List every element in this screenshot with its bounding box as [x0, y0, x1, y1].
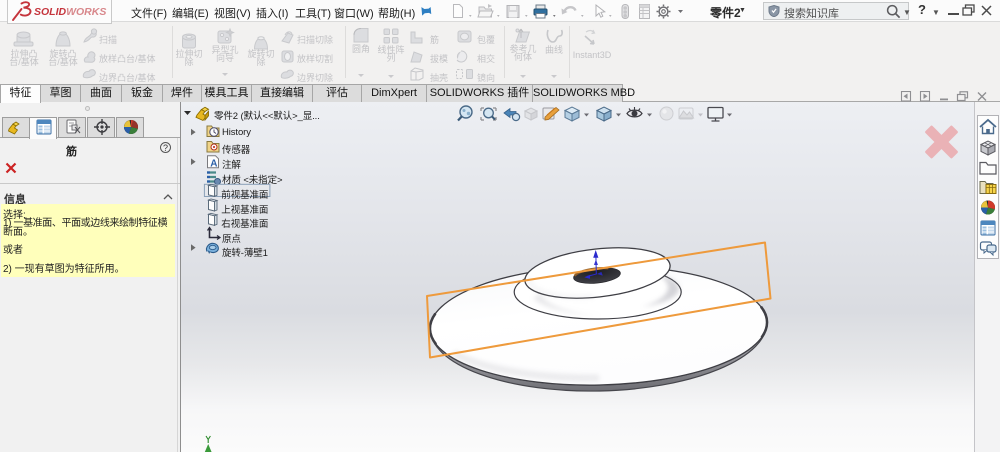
svg-text:A: A [210, 158, 217, 169]
svg-text:SOLIDWORKS: SOLIDWORKS [34, 6, 106, 18]
